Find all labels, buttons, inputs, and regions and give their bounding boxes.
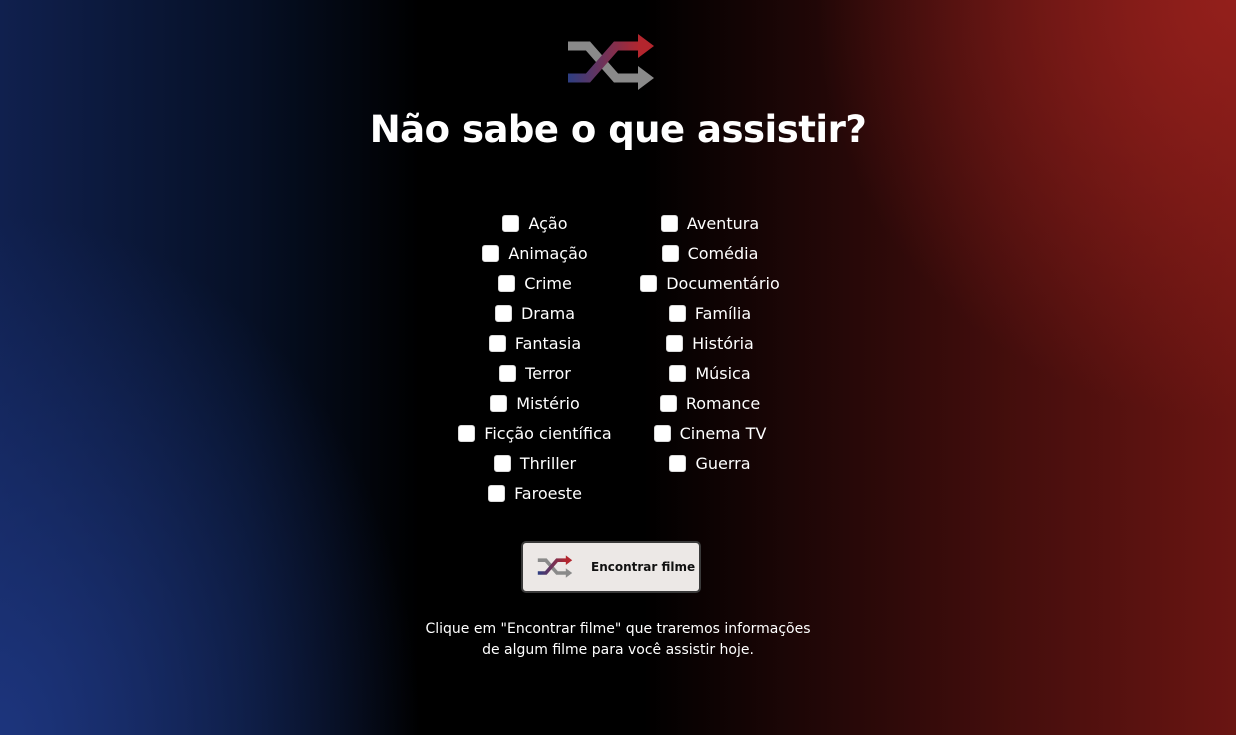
checkbox[interactable] — [493, 454, 511, 472]
checkbox[interactable] — [458, 424, 476, 442]
checkbox[interactable] — [669, 454, 687, 472]
genre-option-faroeste[interactable]: Faroeste — [425, 478, 645, 508]
checkbox[interactable] — [482, 244, 500, 262]
checkbox[interactable] — [661, 244, 679, 262]
genre-label: Documentário — [666, 273, 780, 293]
genre-option-aventura[interactable]: Aventura — [600, 208, 820, 238]
genre-label: Drama — [520, 303, 576, 323]
shuffle-logo-icon — [568, 34, 654, 90]
genre-option-musica[interactable]: Música — [600, 358, 820, 388]
genre-label: Família — [694, 303, 752, 323]
genre-label: Ficção científica — [484, 423, 612, 443]
genre-option-comedia[interactable]: Comédia — [600, 238, 820, 268]
genre-label: Mistério — [516, 393, 580, 413]
genre-label: Terror — [525, 363, 571, 383]
genre-label: Cinema TV — [679, 423, 767, 443]
genre-label: Guerra — [695, 453, 751, 473]
genre-option-historia[interactable]: História — [600, 328, 820, 358]
checkbox[interactable] — [659, 394, 677, 412]
checkbox[interactable] — [488, 334, 506, 352]
hint-line-1: Clique em "Encontrar filme" que traremos… — [425, 621, 811, 637]
checkbox[interactable] — [502, 214, 520, 232]
checkbox[interactable] — [653, 424, 671, 442]
genre-label: Romance — [685, 393, 761, 413]
checkbox[interactable] — [660, 214, 678, 232]
checkbox[interactable] — [640, 274, 658, 292]
genre-column-right: Aventura Comédia Documentário Família Hi… — [600, 208, 820, 478]
genre-label: Música — [695, 363, 751, 383]
checkbox[interactable] — [498, 274, 516, 292]
checkbox[interactable] — [488, 484, 506, 502]
genre-label: Fantasia — [514, 333, 582, 353]
checkbox[interactable] — [490, 394, 508, 412]
hint-line-2: de algum filme para você assistir hoje. — [482, 642, 754, 658]
genre-label: Thriller — [519, 453, 577, 473]
hint-text: Clique em "Encontrar filme" que traremos… — [0, 619, 1236, 661]
genre-option-romance[interactable]: Romance — [600, 388, 820, 418]
find-movie-button[interactable]: Encontrar filme — [521, 541, 701, 593]
genre-label: História — [692, 333, 754, 353]
find-movie-button-label: Encontrar filme — [591, 560, 696, 574]
genre-label: Ação — [528, 213, 568, 233]
checkbox[interactable] — [494, 304, 512, 322]
genre-option-familia[interactable]: Família — [600, 298, 820, 328]
genre-label: Animação — [508, 243, 588, 263]
checkbox[interactable] — [666, 334, 684, 352]
checkbox[interactable] — [499, 364, 517, 382]
checkbox[interactable] — [669, 364, 687, 382]
genre-label: Crime — [524, 273, 572, 293]
genre-option-cinema-tv[interactable]: Cinema TV — [600, 418, 820, 448]
genre-label: Comédia — [687, 243, 759, 263]
genre-option-guerra[interactable]: Guerra — [600, 448, 820, 478]
shuffle-icon — [537, 555, 573, 578]
checkbox[interactable] — [668, 304, 686, 322]
genre-option-documentario[interactable]: Documentário — [600, 268, 820, 298]
page-title: Não sabe o que assistir? — [369, 108, 867, 151]
genre-label: Aventura — [686, 213, 760, 233]
genre-label: Faroeste — [514, 483, 582, 503]
